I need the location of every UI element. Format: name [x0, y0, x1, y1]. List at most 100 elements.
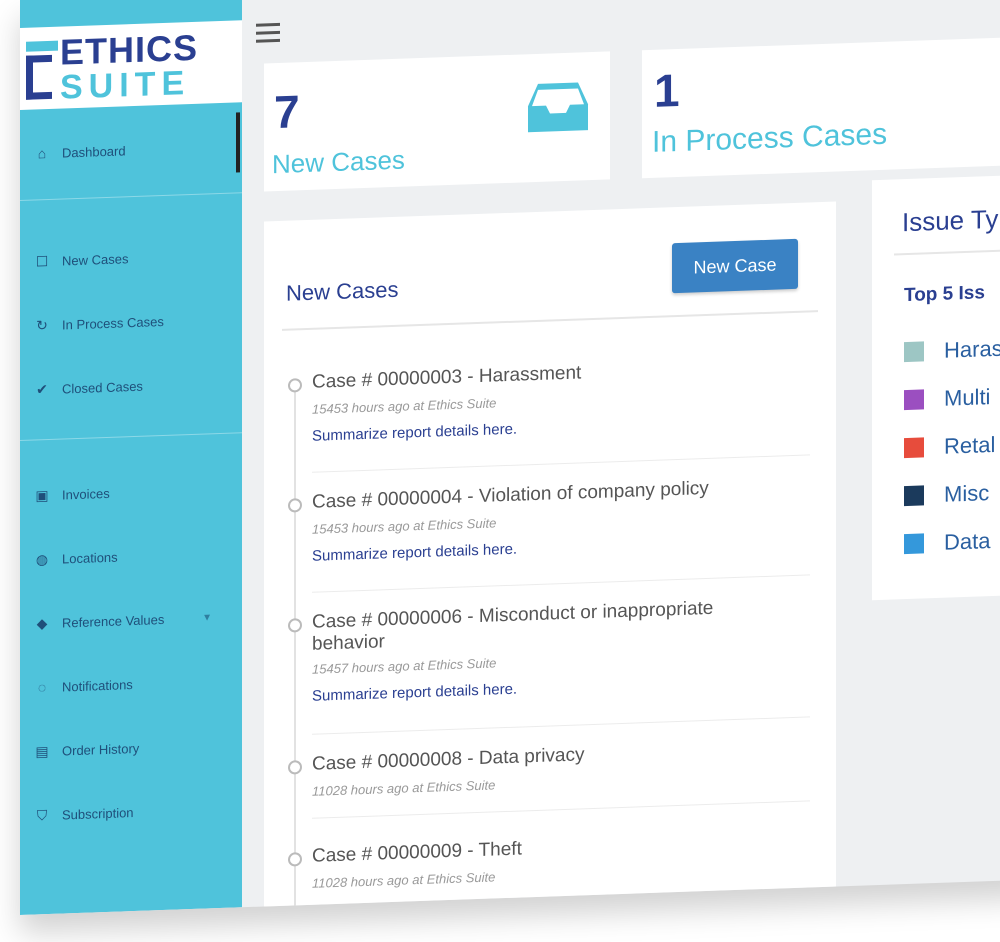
new-cases-panel: New Cases New Case Case # 00000003 - Har… [264, 201, 836, 915]
sidebar-item-new-cases[interactable]: ☐ New Cases [34, 244, 129, 275]
case-org: Ethics Suite [427, 515, 497, 533]
case-time: 15453 hours ago at [312, 517, 425, 537]
case-org: Ethics Suite [427, 655, 497, 673]
legend-label: Multi [944, 384, 991, 411]
case-item[interactable]: Case # 00000004 - Violation of company p… [288, 474, 810, 593]
sidebar-scrollbar[interactable] [236, 112, 240, 173]
shield-icon: ⛉ [36, 806, 48, 823]
issue-panel-title: Issue Ty [902, 203, 999, 238]
sidebar-item-dashboard[interactable]: ⌂ Dashboard [34, 136, 126, 167]
sidebar-item-label: Subscription [62, 804, 134, 823]
legend-swatch [904, 533, 924, 555]
globe-icon: ◍ [35, 550, 49, 567]
case-item[interactable]: Case # 00000009 - Theft 11028 hours ago … [288, 828, 810, 891]
legend-label: Retal [944, 431, 996, 459]
sidebar-item-in-process-cases[interactable]: ↻ In Process Cases [34, 307, 164, 340]
in-process-count: 1 [654, 63, 680, 117]
logo-mark-icon [26, 40, 58, 100]
sidebar-item-label: Invoices [62, 485, 110, 503]
case-org: Ethics Suite [426, 869, 496, 887]
sidebar-item-reference-values[interactable]: ◆ Reference Values ▼ [34, 603, 230, 638]
case-time: 15457 hours ago at [312, 657, 425, 677]
case-divider [312, 574, 810, 593]
new-case-button[interactable]: New Case [672, 238, 798, 294]
legend-swatch [904, 485, 924, 507]
sidebar-item-label: Closed Cases [62, 378, 143, 397]
legend-item[interactable]: Data [904, 528, 990, 557]
refresh-icon: ↻ [36, 316, 48, 333]
case-summary-link[interactable]: Summarize report details here. [312, 681, 517, 705]
sidebar-item-notifications[interactable]: ◌ Notifications [34, 670, 133, 701]
timeline-dot-icon [288, 618, 302, 633]
sidebar-item-closed-cases[interactable]: ✔ Closed Cases [34, 372, 143, 404]
check-icon: ✔ [36, 380, 48, 397]
case-summary-link[interactable]: Summarize report details here. [312, 541, 517, 565]
case-time: 11028 hours ago at [312, 779, 424, 799]
case-time: 11028 hours ago at [312, 871, 424, 891]
case-title[interactable]: Case # 00000009 - Theft [312, 829, 782, 867]
sidebar-divider [20, 432, 242, 441]
new-cases-stat-card[interactable]: 7 New Cases [264, 51, 610, 192]
sidebar-item-label: New Cases [62, 250, 129, 269]
case-item[interactable]: Case # 00000006 - Misconduct or inapprop… [288, 594, 810, 735]
panel-divider [282, 310, 818, 331]
legend-item[interactable]: Haras [904, 336, 1000, 365]
timeline-line [294, 380, 296, 915]
new-cases-label: New Cases [272, 144, 405, 180]
sidebar: ETHICS SUITE ⌂ Dashboard ☐ New Cases ↻ I… [20, 0, 242, 915]
case-item[interactable]: Case # 00000008 - Data privacy 11028 hou… [288, 736, 810, 819]
issue-types-panel: Issue Ty Top 5 Iss Haras Multi Retal Mis… [872, 173, 1000, 601]
case-summary-link[interactable]: Summarize report details here. [312, 421, 517, 445]
case-meta: 15453 hours ago at Ethics Suite [312, 395, 496, 416]
menu-toggle-icon[interactable] [256, 22, 280, 48]
in-process-label: In Process Cases [652, 117, 888, 159]
legend-label: Data [944, 528, 991, 555]
case-divider [312, 800, 810, 819]
case-time: 15453 hours ago at [312, 397, 425, 417]
legend-item[interactable]: Multi [904, 384, 990, 413]
case-title[interactable]: Case # 00000008 - Data privacy [312, 737, 782, 775]
logo: ETHICS SUITE [20, 20, 242, 110]
sidebar-divider [20, 192, 242, 201]
case-title[interactable]: Case # 00000003 - Harassment [312, 355, 782, 393]
app-window: ETHICS SUITE ⌂ Dashboard ☐ New Cases ↻ I… [20, 0, 1000, 915]
sidebar-item-label: Notifications [62, 676, 133, 695]
legend-item[interactable]: Retal [904, 432, 995, 461]
case-org: Ethics Suite [426, 777, 496, 795]
sidebar-item-locations[interactable]: ◍ Locations [34, 543, 118, 574]
issue-panel-subtitle: Top 5 Iss [904, 282, 985, 307]
sidebar-item-invoices[interactable]: ▣ Invoices [34, 479, 110, 510]
tag-icon: ◆ [36, 614, 48, 631]
timeline-dot-icon [288, 852, 302, 867]
sidebar-item-subscription[interactable]: ⛉ Subscription [34, 798, 134, 829]
legend-label: Haras [944, 335, 1000, 363]
chat-icon: ◌ [37, 679, 47, 696]
inbox-icon: ☐ [35, 252, 49, 269]
case-meta: 11028 hours ago at Ethics Suite [312, 777, 495, 798]
legend-item[interactable]: Misc [904, 480, 989, 509]
sidebar-item-label: Order History [62, 740, 140, 759]
sidebar-item-order-history[interactable]: ▤ Order History [34, 734, 139, 766]
panel-title: New Cases [286, 276, 399, 306]
panel-divider [894, 246, 1000, 256]
money-icon: ▣ [35, 486, 49, 503]
in-process-stat-card[interactable]: 1 In Process Cases [642, 35, 1000, 179]
legend-swatch [904, 437, 924, 459]
case-meta: 15453 hours ago at Ethics Suite [312, 515, 496, 536]
case-meta: 15457 hours ago at Ethics Suite [312, 655, 496, 676]
sidebar-item-label: Reference Values [62, 611, 165, 631]
logo-text-suite: SUITE [60, 64, 191, 107]
sidebar-item-label: In Process Cases [62, 313, 164, 333]
dashboard-icon: ⌂ [37, 145, 47, 162]
case-title[interactable]: Case # 00000004 - Violation of company p… [312, 475, 782, 513]
timeline-dot-icon [288, 760, 302, 775]
list-icon: ▤ [35, 742, 49, 759]
case-item[interactable]: Case # 00000003 - Harassment 15453 hours… [288, 354, 810, 473]
sidebar-item-label: Locations [62, 549, 118, 567]
legend-swatch [904, 341, 924, 363]
legend-label: Misc [944, 480, 990, 507]
chevron-down-icon: ▼ [202, 611, 212, 624]
case-title[interactable]: Case # 00000006 - Misconduct or inapprop… [312, 595, 782, 655]
legend-swatch [904, 389, 924, 411]
new-cases-count: 7 [274, 85, 300, 139]
